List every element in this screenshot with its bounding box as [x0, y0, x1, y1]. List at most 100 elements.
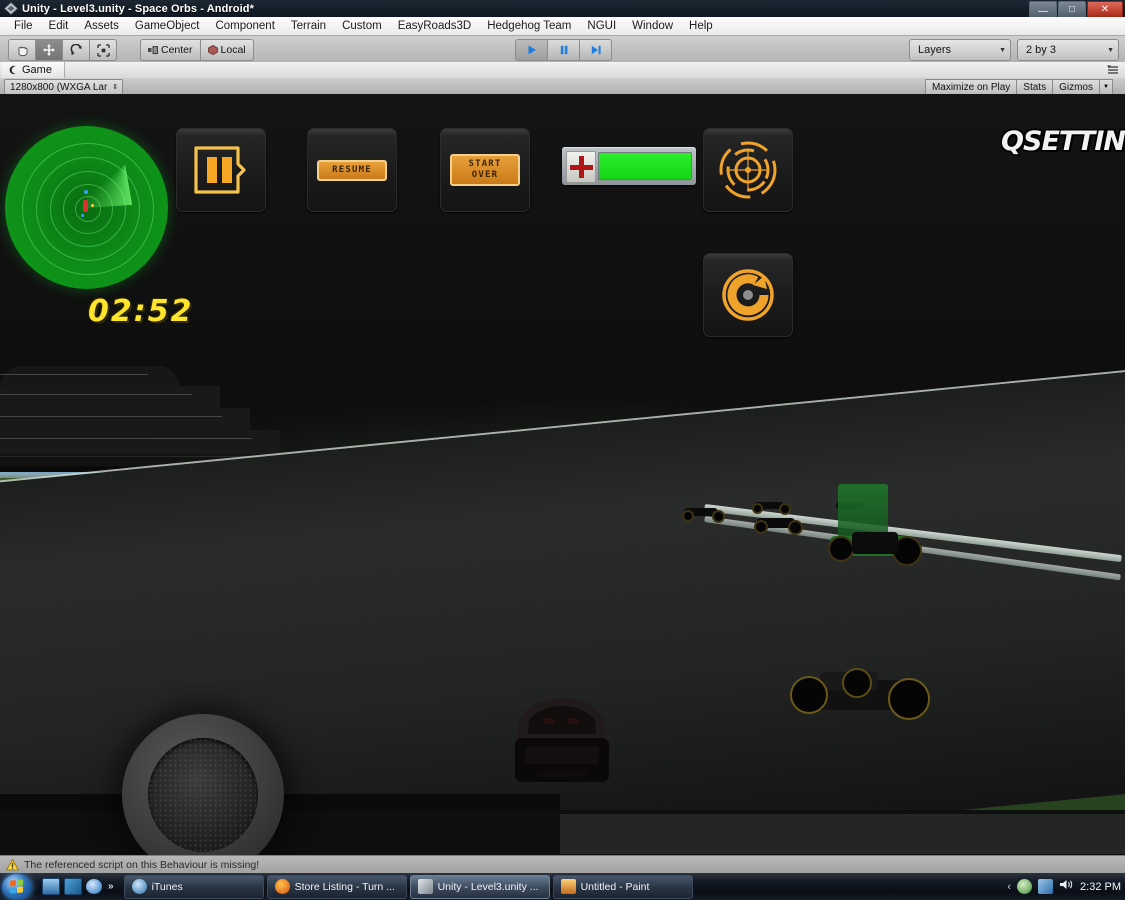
radar-blip-player: [83, 200, 88, 212]
menu-assets[interactable]: Assets: [76, 18, 127, 34]
task-unity[interactable]: Unity - Level3.unity ...: [409, 874, 550, 899]
start-over-hud-button[interactable]: START OVER: [440, 128, 530, 212]
task-paint[interactable]: Untitled - Paint: [552, 874, 693, 899]
pause-hud-button[interactable]: [176, 128, 266, 212]
show-desktop-icon[interactable]: [42, 878, 60, 895]
start-button[interactable]: [2, 873, 32, 900]
pivot-local-label: Local: [220, 44, 246, 56]
menu-help[interactable]: Help: [681, 18, 721, 34]
move-tool-button[interactable]: [36, 39, 63, 61]
play-button[interactable]: [515, 39, 548, 61]
tab-game[interactable]: Game: [2, 62, 65, 78]
step-button[interactable]: [580, 39, 612, 61]
target-reticle-icon: [719, 141, 777, 199]
resume-hud-button[interactable]: RESUME: [307, 128, 397, 212]
joystick-texture: [148, 738, 258, 852]
task-store-listing[interactable]: Store Listing - Turn ...: [266, 874, 407, 899]
panel-tab-row: Game: [0, 62, 1125, 79]
menu-file[interactable]: File: [6, 18, 41, 34]
status-message: The referenced script on this Behaviour …: [24, 858, 260, 871]
start-over-line2: OVER: [471, 170, 499, 180]
itunes-icon: [131, 879, 147, 894]
medical-cross-icon: [566, 151, 596, 183]
resolution-dropdown[interactable]: 1280x800 (WXGA Lar ⇕: [4, 79, 124, 95]
pivot-center-button[interactable]: Center: [140, 39, 201, 61]
volume-icon[interactable]: [1059, 878, 1074, 896]
layout-dropdown[interactable]: 2 by 3 ▼: [1017, 39, 1119, 61]
start-over-line1: START: [468, 159, 502, 169]
camera-hud-button[interactable]: [703, 253, 793, 337]
maximize-on-play-button[interactable]: Maximize on Play: [924, 79, 1018, 95]
radar-sweep: [80, 126, 168, 208]
stats-button[interactable]: Stats: [1017, 79, 1054, 95]
task-itunes[interactable]: iTunes: [123, 874, 264, 899]
menu-easyroads3d[interactable]: EasyRoads3D: [390, 18, 480, 34]
paint-icon: [560, 879, 576, 894]
minimize-button[interactable]: —: [1029, 1, 1057, 18]
qsettings-label: QSETTIN: [1001, 126, 1125, 157]
unity-icon: [4, 2, 18, 15]
pause-button[interactable]: [548, 39, 580, 61]
editor-toolbar: Center Local Layers ▼ 2 by 3 ▼: [0, 36, 1125, 63]
health-fill: [599, 153, 691, 179]
game-toolbar-buttons: Maximize on Play Stats Gizmos ▼: [924, 79, 1113, 95]
gizmos-button[interactable]: Gizmos: [1053, 79, 1100, 95]
radar-minimap[interactable]: [5, 126, 168, 289]
tray-overflow-icon[interactable]: ‹: [1007, 881, 1011, 893]
joystick-thumb[interactable]: [148, 738, 258, 852]
internet-explorer-icon[interactable]: [86, 879, 102, 894]
task-label: Untitled - Paint: [580, 880, 650, 893]
overflow-chevron-icon[interactable]: »: [108, 881, 114, 892]
rotate-tool-button[interactable]: [63, 39, 90, 61]
menu-gameobject[interactable]: GameObject: [127, 18, 208, 34]
clock[interactable]: 2:32 PM: [1080, 881, 1121, 893]
warning-icon: [6, 858, 19, 870]
radar-blip: [84, 190, 88, 194]
radar-blip: [91, 204, 94, 207]
close-button[interactable]: ✕: [1087, 1, 1123, 18]
action-center-icon[interactable]: [1017, 879, 1033, 894]
menu-component[interactable]: Component: [207, 18, 282, 34]
scale-tool-button[interactable]: [90, 39, 117, 61]
panel-menu-button[interactable]: [1105, 63, 1121, 76]
quick-launch: »: [42, 878, 114, 895]
menu-edit[interactable]: Edit: [41, 18, 77, 34]
gizmos-dropdown-arrow[interactable]: ▼: [1100, 79, 1113, 95]
resolution-label: 1280x800 (WXGA Lar: [10, 81, 108, 93]
title-bar: Unity - Level3.unity - Space Orbs - Andr…: [0, 0, 1125, 18]
menu-terrain[interactable]: Terrain: [283, 18, 334, 34]
hand-tool-button[interactable]: [8, 39, 36, 61]
layout-label: 2 by 3: [1026, 44, 1056, 56]
menu-window[interactable]: Window: [624, 18, 681, 34]
center-icon: [148, 45, 158, 54]
radar-blip: [81, 214, 84, 217]
unity-editor-window: Unity - Level3.unity - Space Orbs - Andr…: [0, 0, 1125, 900]
resume-label: RESUME: [317, 159, 387, 181]
menu-hedgehog-team[interactable]: Hedgehog Team: [479, 18, 579, 34]
layers-label: Layers: [918, 44, 952, 56]
game-view[interactable]: 02:52 RESUME START OVER QSETTIN: [0, 94, 1125, 855]
network-icon[interactable]: [1038, 879, 1054, 894]
tab-game-label: Game: [22, 64, 52, 76]
pause-icon: [194, 146, 246, 194]
status-bar[interactable]: The referenced script on this Behaviour …: [0, 855, 1125, 873]
lap-timer: 02:52: [88, 294, 194, 329]
menu-ngui[interactable]: NGUI: [579, 18, 624, 34]
toolbar-dropdowns: Layers ▼ 2 by 3 ▼: [909, 39, 1119, 61]
transform-tool-group: [8, 39, 117, 61]
pivot-local-button[interactable]: Local: [200, 39, 254, 61]
menu-bar: File Edit Assets GameObject Component Te…: [0, 17, 1125, 36]
game-icon: [9, 65, 16, 75]
windows-logo-icon: [10, 878, 23, 894]
track-foreground-right: [560, 814, 1125, 854]
camera-rotate-icon: [722, 269, 774, 321]
window-title: Unity - Level3.unity - Space Orbs - Andr…: [22, 2, 254, 15]
target-hud-button[interactable]: [703, 128, 793, 212]
health-bar: [562, 147, 696, 185]
layers-dropdown[interactable]: Layers ▼: [909, 39, 1011, 61]
maximize-button[interactable]: □: [1058, 1, 1086, 18]
menu-custom[interactable]: Custom: [334, 18, 390, 34]
task-list: iTunes Store Listing - Turn ... Unity - …: [123, 874, 693, 899]
chevron-down-icon: ▼: [999, 46, 1006, 54]
switch-window-icon[interactable]: [64, 878, 82, 895]
